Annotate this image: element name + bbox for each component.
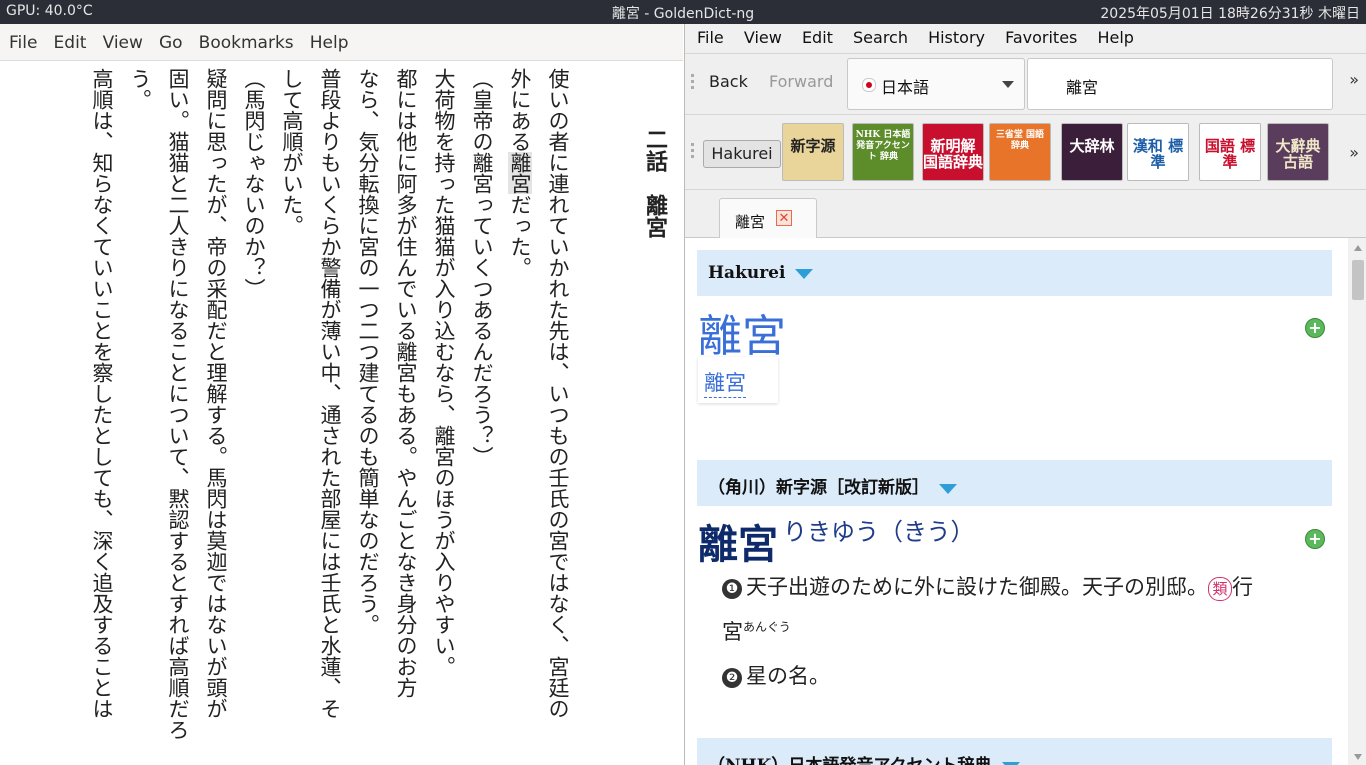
- text-column: 都には他に阿多が住んでいる離宮もある。やんごとなき身分のお方: [394, 68, 418, 698]
- japan-flag-icon: [862, 78, 876, 92]
- dictionary-bar: Hakurei 新字源 NHK 日本語 発音アクセント 辞典 新明解 国語辞典 三省堂…: [685, 115, 1366, 190]
- dict-name: Hakurei: [708, 263, 786, 283]
- definition-number-1: ❶: [722, 578, 742, 599]
- hyojun-kokugo-icon[interactable]: 国語 標準: [1199, 123, 1261, 181]
- ruby-reading: あんぐう: [743, 620, 791, 634]
- scroll-thumb[interactable]: [1352, 260, 1364, 300]
- text-column: う。: [128, 68, 152, 110]
- text-column: 固い。猫猫と二人きりになることについて、黙認するとすれば高順だろ: [166, 68, 190, 740]
- article-view[interactable]: Hakurei 離宮 + 離宮 （角川）新字源［改訂新版］ 離宮 りきゆう（きう…: [685, 238, 1348, 765]
- gd-menubar: File View Edit Search History Favorites …: [685, 24, 1366, 51]
- text-column: して高順がいた。: [280, 68, 304, 236]
- system-top-bar: GPU: 40.0°C 離宮 - GoldenDict-ng 2025年05月0…: [0, 0, 1366, 24]
- collapse-triangle-icon[interactable]: [1001, 761, 1020, 765]
- text-column: なら、気分転換に宮の一つ二つ建てるのも簡単なのだろう。: [356, 68, 380, 635]
- collapse-triangle-icon[interactable]: [939, 483, 957, 494]
- dictionary-icon-label: 漢和 標準: [1132, 137, 1184, 171]
- clock[interactable]: 2025年05月01日 18時26分31秒 木曜日: [1100, 3, 1360, 23]
- sanseido-icon[interactable]: 三省堂 国語 辞典: [989, 123, 1051, 181]
- headword: 離宮: [698, 521, 778, 568]
- tab-rikyu[interactable]: 離宮 ✕: [719, 198, 817, 239]
- text-column: 使いの者に連れていかれた先は、いつもの壬氏の宮ではなく、宮廷の: [546, 68, 570, 719]
- dict-name: （NHK）日本語発音アクセント辞典: [708, 756, 992, 765]
- shinmeikai-icon[interactable]: 新明解 国語辞典: [922, 123, 984, 181]
- text-column: 大荷物を持った猫猫が入り込むなら、離宮のほうが入りやすい。: [432, 68, 456, 677]
- search-value: 離宮: [1066, 78, 1099, 97]
- scroll-down-icon[interactable]: [1354, 754, 1362, 760]
- tab-bar: 離宮 ✕: [685, 190, 1366, 239]
- reader-menu-help[interactable]: Help: [310, 33, 349, 53]
- text-column: 外にある離宮だった。: [508, 68, 532, 278]
- tab-label: 離宮: [735, 213, 766, 231]
- text-column: 高順は、知らなくていいことを察したとしても、深く追及することは: [90, 68, 114, 719]
- headword: 離宮: [698, 311, 786, 362]
- dictionary-icon-label: 新明解 国語辞典: [923, 137, 984, 171]
- gd-menu-history[interactable]: History: [928, 28, 985, 47]
- dict-section-header[interactable]: Hakurei: [697, 250, 1332, 296]
- definition-1: ❶ 天子出遊のために外に設けた御殿。天子の別邸。類行: [722, 571, 1328, 601]
- word-link[interactable]: 離宮: [704, 367, 746, 398]
- dictionary-icon-label: 国語 標準: [1204, 137, 1256, 171]
- add-to-favorites-icon[interactable]: +: [1305, 318, 1325, 338]
- dictionary-icon-label: 三省堂 国語 辞典: [995, 130, 1045, 151]
- gd-menu-edit[interactable]: Edit: [802, 28, 833, 47]
- close-tab-icon[interactable]: ✕: [776, 210, 792, 226]
- article-scrollbar[interactable]: [1348, 238, 1366, 765]
- reader-menu-edit[interactable]: Edit: [54, 33, 87, 53]
- selected-word[interactable]: 離宮: [508, 152, 532, 194]
- reader-menu-view[interactable]: View: [103, 33, 143, 53]
- gd-menu-view[interactable]: View: [744, 28, 782, 47]
- text-column: 普段よりもいくらか警備が薄い中、通された部屋には壬氏と水蓮、そ: [318, 68, 342, 719]
- goldendict-window: File View Edit Search History Favorites …: [684, 24, 1366, 765]
- group-selector-button[interactable]: Hakurei: [703, 140, 781, 168]
- reader-menu-bookmarks[interactable]: Bookmarks: [199, 33, 294, 53]
- kadokawa-kogo-icon[interactable]: 大辭典 古語: [1267, 123, 1329, 181]
- definition-number-2: ❷: [722, 667, 742, 688]
- dictionary-icon-label: 大辭典 古語: [1275, 137, 1321, 171]
- scroll-up-icon[interactable]: [1354, 245, 1362, 251]
- text-column: 疑問に思ったが、帝の采配だと理解する。馬閃は莫迦ではないが頭が: [204, 68, 228, 719]
- gd-menu-favorites[interactable]: Favorites: [1005, 28, 1077, 47]
- nhk-accent-icon[interactable]: NHK 日本語 発音アクセント 辞典: [852, 123, 914, 181]
- dictionary-icon-label: 新字源: [790, 137, 836, 155]
- gpu-temperature: GPU: 40.0°C: [6, 3, 93, 19]
- add-to-favorites-icon[interactable]: +: [1305, 529, 1325, 549]
- kadokawa-shinjigen-icon[interactable]: 新字源: [782, 123, 844, 181]
- toolbar-grip-icon[interactable]: [691, 143, 695, 161]
- gd-menu-file[interactable]: File: [697, 28, 724, 47]
- reader-window: File Edit View Go Bookmarks Help 二話 離宮 使…: [0, 24, 683, 765]
- reader-menu-go[interactable]: Go: [159, 33, 183, 53]
- dictionary-icon-label: NHK 日本語 発音アクセント 辞典: [855, 130, 911, 162]
- synonym-mark: 類: [1208, 577, 1232, 601]
- reader-menubar: File Edit View Go Bookmarks Help: [0, 24, 683, 61]
- dictionary-icon-label: 大辞林: [1069, 137, 1115, 155]
- language-label: 日本語: [881, 78, 930, 97]
- chapter-heading: 二話 離宮: [642, 128, 667, 238]
- forward-button[interactable]: Forward: [769, 72, 833, 91]
- dict-section-header[interactable]: （NHK）日本語発音アクセント辞典: [697, 738, 1332, 765]
- search-input[interactable]: 離宮: [1027, 58, 1333, 110]
- text-column: （皇帝の離宮っていくつあるんだろう？）: [470, 68, 494, 467]
- toolbar-more-icon[interactable]: »: [1349, 70, 1359, 89]
- text-column: （馬閃じゃないのか？）: [242, 68, 266, 299]
- definition-2: ❷ 星の名。: [722, 660, 830, 690]
- headword-reading: りきゆう（きう）: [783, 518, 975, 546]
- hyojun-kanwa-icon[interactable]: 漢和 標準: [1127, 123, 1189, 181]
- reader-menu-file[interactable]: File: [9, 33, 37, 53]
- reader-vertical-text[interactable]: 二話 離宮 使いの者に連れていかれた先は、いつもの壬氏の宮ではなく、宮廷の 外に…: [3, 68, 673, 765]
- back-button[interactable]: Back: [709, 72, 748, 91]
- gd-menu-search[interactable]: Search: [853, 28, 908, 47]
- toolbar-grip-icon[interactable]: [691, 74, 695, 92]
- word-link-box: 離宮: [698, 357, 778, 403]
- daijirin-icon[interactable]: 大辞林: [1061, 123, 1123, 181]
- language-select[interactable]: 日本語: [847, 58, 1025, 110]
- dict-name: （角川）新字源［改訂新版］: [708, 478, 929, 498]
- dropdown-arrow-icon: [1002, 81, 1014, 88]
- navigation-toolbar: Back Forward 日本語 離宮 »: [685, 53, 1366, 115]
- dict-section-header[interactable]: （角川）新字源［改訂新版］: [697, 460, 1332, 506]
- definition-1-continued: 宮あんぐう: [722, 620, 791, 644]
- gd-menu-help[interactable]: Help: [1097, 28, 1133, 47]
- dictbar-more-icon[interactable]: »: [1349, 143, 1359, 162]
- collapse-triangle-icon[interactable]: [795, 268, 814, 279]
